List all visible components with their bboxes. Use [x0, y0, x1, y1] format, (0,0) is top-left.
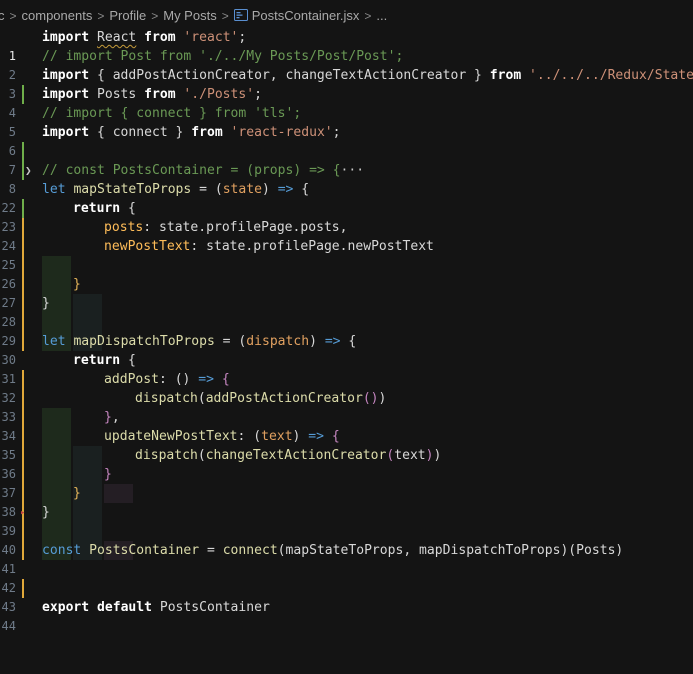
code-line[interactable]: 26 — [0, 256, 693, 351]
deleted-line-icon: ▸ — [20, 508, 26, 518]
code-line[interactable]: 41 const PostsContainer = connect(mapSta… — [0, 541, 693, 598]
code-line[interactable]: 42 — [0, 560, 693, 595]
line-code: dispatch(changeTextActionCreator(text)) — [135, 448, 442, 463]
code-line[interactable]: 39 ▸ } — [0, 503, 693, 560]
line-code: addPost: () => { — [104, 372, 230, 387]
breadcrumb: c > components > Profile > My Posts > PostsConta… — [0, 0, 693, 30]
chevron-right-icon: > — [9, 9, 17, 23]
line-code: }, — [104, 410, 120, 425]
code-line[interactable]: 38 } — [0, 484, 693, 560]
chevron-right-icon: > — [97, 9, 105, 23]
breadcrumb-item-file[interactable]: PostsContainer.jsx — [252, 8, 360, 23]
code-line[interactable]: 24 posts: state.profilePage.posts, — [0, 218, 693, 313]
breadcrumb-item-more[interactable]: ... — [376, 8, 387, 23]
code-line[interactable]: 32 addPost: () => { — [0, 370, 693, 465]
code-line[interactable]: 3 import { addPostActionCreator, changeT… — [0, 66, 693, 101]
line-code: import React from 'react'; — [42, 30, 247, 45]
line-code: posts: state.profilePage.posts, — [104, 220, 348, 235]
code-line[interactable]: 37 } — [0, 465, 693, 560]
breadcrumb-item-my-posts[interactable]: My Posts — [163, 8, 216, 23]
line-code: } — [42, 505, 50, 520]
code-line[interactable]: 5 // import { connect } from 'tls'; — [0, 104, 693, 161]
chevron-right-icon[interactable]: ❯ — [25, 161, 32, 180]
chevron-right-icon: > — [221, 9, 229, 23]
code-line[interactable]: 27 } — [0, 275, 693, 351]
code-line[interactable]: 7 — [0, 142, 693, 177]
code-line[interactable]: 31 return { — [0, 351, 693, 427]
chevron-right-icon: > — [364, 9, 372, 23]
breadcrumb-item-src[interactable]: c — [0, 8, 5, 23]
chevron-right-icon: > — [151, 9, 159, 23]
code-line[interactable]: 22 let mapStateToProps = (state) => { — [0, 180, 693, 237]
code-line[interactable]: 8 ❯ // const PostsContainer = (props) =>… — [0, 161, 693, 218]
code-line[interactable]: 29 — [0, 313, 693, 348]
code-editor[interactable]: 1 import React from 'react'; 2 // import… — [0, 28, 693, 633]
react-file-icon — [233, 9, 248, 21]
line-code: import { connect } from 'react-redux'; — [42, 125, 341, 140]
code-line[interactable]: 35 updateNewPostText: (text) => { — [0, 427, 693, 522]
code-line[interactable]: 44 export default PostsContainer — [0, 598, 693, 633]
line-code: newPostText: state.profilePage.newPostTe… — [104, 239, 434, 254]
code-line[interactable]: 4 import Posts from './Posts'; — [0, 85, 693, 120]
line-code: let mapStateToProps = (state) => { — [42, 182, 310, 197]
line-code: } — [73, 277, 81, 292]
breadcrumb-item-profile[interactable]: Profile — [109, 8, 146, 23]
code-line[interactable]: 36 dispatch(changeTextActionCreator(text… — [0, 446, 693, 560]
breadcrumb-item-components[interactable]: components — [22, 8, 93, 23]
line-code: } — [104, 467, 112, 482]
line-code: return { — [73, 201, 136, 216]
line-code: return { — [73, 353, 136, 368]
code-line[interactable]: 1 import React from 'react'; — [0, 28, 693, 63]
code-line[interactable]: 25 newPostText: state.profilePage.newPos… — [0, 237, 693, 332]
code-line[interactable]: 33 dispatch(addPostActionCreator()) — [0, 389, 693, 503]
code-line[interactable]: 28 } — [0, 294, 693, 351]
code-line[interactable]: 30 let mapDispatchToProps = (dispatch) =… — [0, 332, 693, 389]
code-line[interactable]: 2 // import Post from './../My Posts/Pos… — [0, 47, 693, 104]
line-code: } — [73, 486, 81, 501]
line-code: updateNewPostText: (text) => { — [104, 429, 340, 444]
line-code: // import { connect } from 'tls'; — [42, 106, 302, 121]
code-line[interactable]: 40 — [0, 522, 693, 557]
line-code: import { addPostActionCreator, changeTex… — [42, 68, 693, 83]
line-code: export default PostsContainer — [42, 600, 270, 615]
code-line[interactable]: 34 }, — [0, 408, 693, 503]
line-code: // import Post from './../My Posts/Post/… — [42, 49, 404, 64]
code-line[interactable]: 43 — [0, 579, 693, 614]
line-code: dispatch(addPostActionCreator()) — [135, 391, 387, 406]
code-line[interactable]: 6 import { connect } from 'react-redux'; — [0, 123, 693, 180]
code-line[interactable]: 23 return { — [0, 199, 693, 275]
line-code: let mapDispatchToProps = (dispatch) => { — [42, 334, 357, 349]
line-code: // const PostsContainer = (props) => {··… — [42, 163, 365, 178]
line-code: const PostsContainer = connect(mapStateT… — [42, 543, 624, 558]
line-code: } — [42, 296, 50, 311]
line-code: import Posts from './Posts'; — [42, 87, 262, 102]
line-number: 44 — [1, 619, 16, 633]
